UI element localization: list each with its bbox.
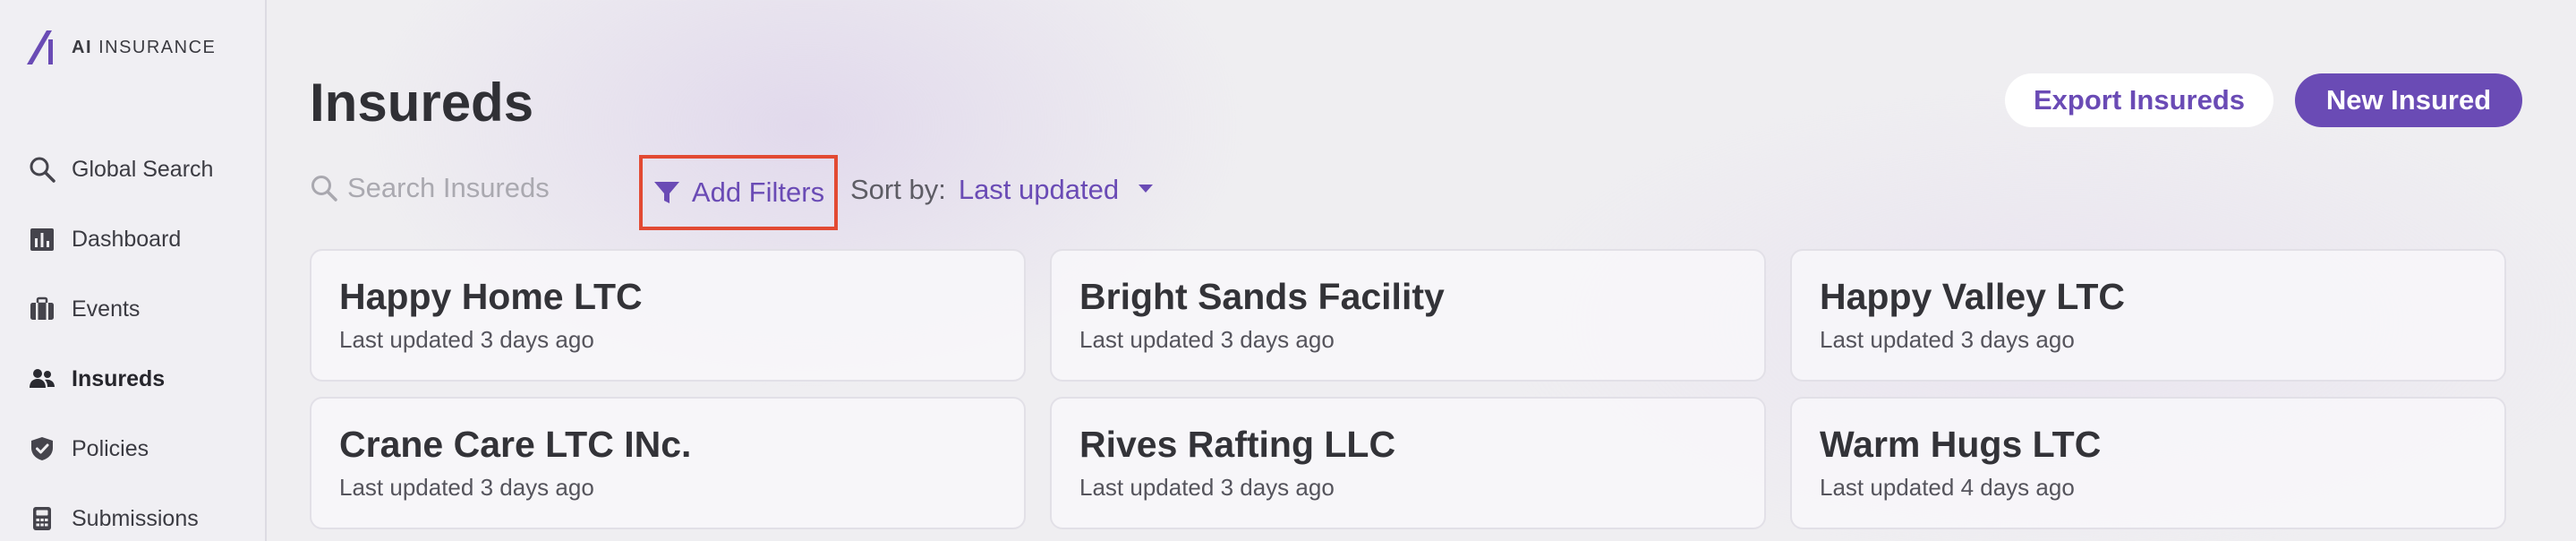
sidebar-item-dashboard[interactable]: Dashboard — [27, 204, 213, 274]
shield-check-icon — [27, 434, 57, 464]
search-box — [310, 172, 616, 204]
insured-card[interactable]: Crane Care LTC INc. Last updated 3 days … — [310, 397, 1026, 529]
sort-value: Last updated — [958, 174, 1120, 205]
search-icon — [27, 154, 57, 185]
users-icon — [27, 364, 57, 394]
sidebar-item-label: Insureds — [72, 365, 166, 391]
add-filters-label: Add Filters — [691, 176, 825, 208]
filter-icon — [653, 182, 679, 203]
insured-updated: Last updated 3 days ago — [339, 326, 594, 353]
insured-card[interactable]: Warm Hugs LTC Last updated 4 days ago — [1790, 397, 2506, 529]
sidebar-item-label: Submissions — [72, 505, 199, 531]
insured-name: Happy Valley LTC — [1820, 276, 2126, 317]
sort-control: Sort by: Last updated — [850, 174, 1154, 206]
sidebar-nav: Global Search Dashboard Events Insureds … — [27, 134, 213, 541]
export-insureds-button[interactable]: Export Insureds — [2005, 73, 2273, 127]
toolbar: Add Filters Sort by: Last updated — [310, 152, 1384, 233]
briefcase-icon — [27, 294, 57, 324]
insured-updated: Last updated 3 days ago — [339, 474, 594, 501]
sidebar-item-policies[interactable]: Policies — [27, 414, 213, 484]
sidebar-item-label: Events — [72, 296, 141, 322]
sidebar-item-label: Global Search — [72, 156, 214, 182]
insured-updated: Last updated 3 days ago — [1820, 326, 2075, 353]
sidebar: AI INSURANCE Global Search Dashboard Eve… — [0, 0, 267, 541]
add-filters-button[interactable]: Add Filters — [639, 155, 838, 230]
page-title: Insureds — [310, 73, 534, 133]
search-input[interactable] — [347, 172, 616, 204]
brand-logo-icon — [27, 30, 53, 64]
insured-name: Warm Hugs LTC — [1820, 424, 2102, 465]
sidebar-item-insureds[interactable]: Insureds — [27, 344, 213, 414]
brand-logo[interactable]: AI INSURANCE — [25, 29, 216, 66]
sort-dropdown[interactable]: Last updated — [958, 174, 1154, 206]
insured-name: Happy Home LTC — [339, 276, 643, 317]
sidebar-item-label: Dashboard — [72, 226, 182, 252]
chevron-down-icon — [1139, 184, 1154, 193]
sidebar-item-events[interactable]: Events — [27, 274, 213, 344]
brand-name: AI INSURANCE — [72, 37, 217, 57]
insured-card[interactable]: Bright Sands Facility Last updated 3 day… — [1050, 249, 1766, 382]
insured-card[interactable]: Rives Rafting LLC Last updated 3 days ag… — [1050, 397, 1766, 529]
insured-card[interactable]: Happy Home LTC Last updated 3 days ago — [310, 249, 1026, 382]
new-insured-button[interactable]: New Insured — [2295, 73, 2522, 127]
sidebar-item-label: Policies — [72, 435, 149, 461]
chart-icon — [27, 224, 57, 254]
insured-name: Crane Care LTC INc. — [339, 424, 692, 465]
insured-card[interactable]: Happy Valley LTC Last updated 3 days ago — [1790, 249, 2506, 382]
insured-name: Bright Sands Facility — [1079, 276, 1445, 317]
calculator-icon — [27, 503, 57, 534]
insured-updated: Last updated 4 days ago — [1820, 474, 2075, 501]
insured-updated: Last updated 3 days ago — [1079, 474, 1335, 501]
sidebar-item-global-search[interactable]: Global Search — [27, 134, 213, 204]
insured-updated: Last updated 3 days ago — [1079, 326, 1335, 353]
sidebar-item-submissions[interactable]: Submissions — [27, 484, 213, 541]
main-content: Insureds Export Insureds New Insured Add… — [310, 0, 2576, 541]
insured-name: Rives Rafting LLC — [1079, 424, 1396, 465]
search-icon — [311, 176, 337, 202]
sort-label: Sort by: — [850, 174, 946, 205]
